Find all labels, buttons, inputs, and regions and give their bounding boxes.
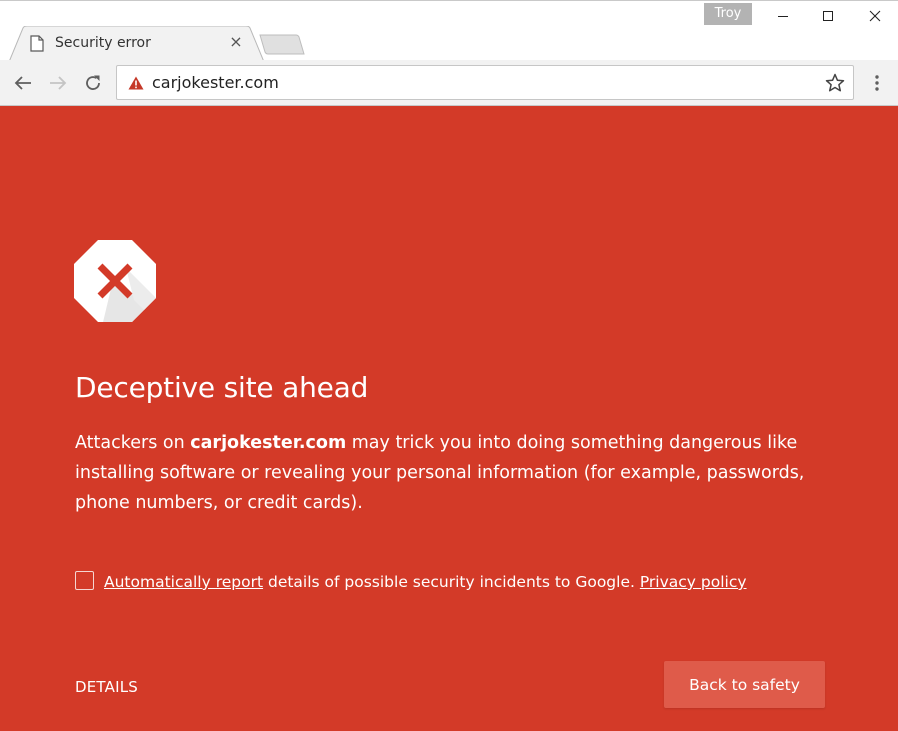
automatically-report-link[interactable]: Automatically report: [104, 573, 263, 591]
new-tab-button[interactable]: [259, 34, 305, 55]
star-icon[interactable]: [825, 73, 845, 93]
report-text: details of possible security incidents t…: [263, 573, 640, 591]
description-domain: carjokester.com: [190, 433, 347, 453]
close-window-button[interactable]: [852, 1, 898, 31]
url-text[interactable]: carjokester.com: [152, 73, 279, 92]
page-title: Deceptive site ahead: [75, 371, 369, 404]
minimize-button[interactable]: [760, 1, 806, 31]
warning-triangle-icon[interactable]: [128, 76, 144, 90]
back-to-safety-button[interactable]: Back to safety: [664, 661, 825, 708]
address-bar[interactable]: carjokester.com: [116, 65, 854, 100]
description-prefix: Attackers on: [75, 433, 191, 453]
reload-icon: [86, 75, 100, 90]
tab-security-error[interactable]: Security error ×: [9, 26, 264, 62]
browser-toolbar: carjokester.com: [0, 60, 898, 106]
octagon-cross-icon: [74, 240, 156, 322]
title-bar: Security error × Troy: [0, 0, 898, 62]
details-button[interactable]: DETAILS: [75, 678, 138, 696]
back-button[interactable]: [11, 71, 35, 95]
maximize-button[interactable]: [805, 1, 851, 31]
tab-title: Security error: [55, 35, 151, 51]
arrow-right-icon: [50, 76, 67, 90]
tab-close-icon[interactable]: ×: [228, 34, 244, 50]
three-dots-vertical-icon: [875, 75, 879, 91]
close-icon: [869, 10, 881, 22]
browser-menu-button[interactable]: [866, 71, 888, 95]
safe-browsing-interstitial: Deceptive site ahead Attackers on carjok…: [0, 106, 898, 731]
report-option-row: Automatically report details of possible…: [75, 571, 835, 595]
privacy-policy-link[interactable]: Privacy policy: [640, 573, 747, 591]
report-checkbox[interactable]: [75, 571, 94, 590]
forward-button[interactable]: [46, 71, 70, 95]
reload-button[interactable]: [81, 71, 105, 95]
warning-description: Attackers on carjokester.com may trick y…: [75, 428, 835, 518]
page-icon: [30, 35, 44, 52]
profile-button[interactable]: Troy: [704, 3, 752, 25]
arrow-left-icon: [14, 76, 31, 90]
maximize-icon: [823, 11, 833, 21]
minimize-icon: [778, 16, 788, 17]
report-label: Automatically report details of possible…: [104, 573, 747, 591]
